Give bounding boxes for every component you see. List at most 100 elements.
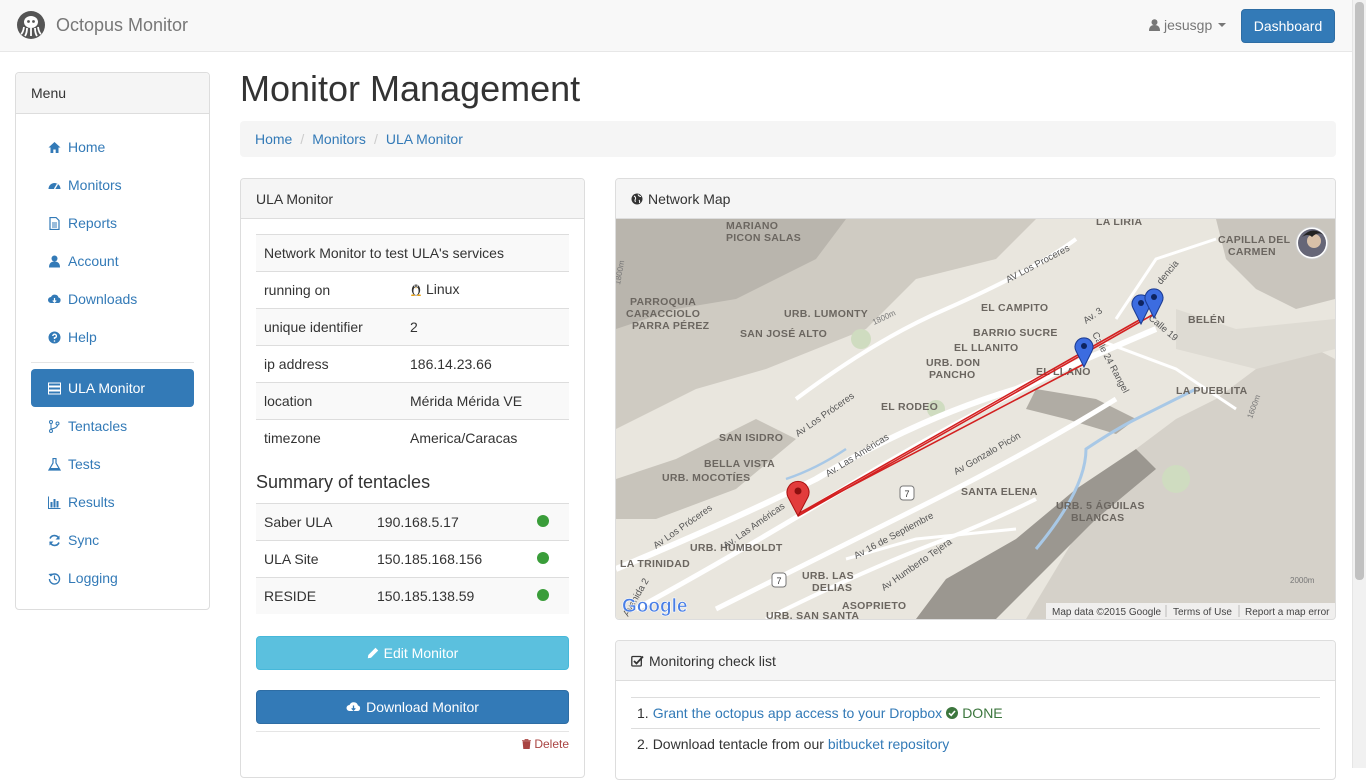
page-scrollbar[interactable] bbox=[1352, 0, 1366, 768]
map-canvas[interactable]: 7 7 MARIANO PICON SALAS LA LIRIA CAPILLA… bbox=[616, 219, 1335, 619]
map-label: LA PUEBLITA bbox=[1176, 385, 1248, 397]
sidebar-item-home[interactable]: Home bbox=[31, 128, 194, 166]
breadcrumb-home[interactable]: Home bbox=[255, 131, 292, 147]
terms-of-use-link[interactable]: Terms of Use bbox=[1173, 607, 1232, 618]
sidebar-item-label: Logging bbox=[68, 570, 118, 586]
table-row: timezone America/Caracas bbox=[256, 419, 569, 457]
map-label: URB. DON bbox=[926, 357, 980, 369]
monitor-description: Network Monitor to test ULA's services bbox=[256, 234, 569, 272]
item-text: Download tentacle from our bbox=[652, 736, 824, 752]
map-label: SAN JOSÉ ALTO bbox=[740, 327, 827, 340]
map-label: LA LIRIA bbox=[1096, 219, 1142, 228]
download-monitor-button[interactable]: Download Monitor bbox=[256, 690, 569, 724]
map-label: URB. LAS bbox=[802, 570, 854, 582]
sidebar-item-downloads[interactable]: Downloads bbox=[31, 280, 194, 318]
table-row: ULA Site 150.185.168.156 bbox=[256, 539, 569, 577]
sidebar-item-tentacles[interactable]: Tentacles bbox=[31, 407, 194, 445]
map-label: BELÉN bbox=[1188, 313, 1225, 326]
sidebar-item-logging[interactable]: Logging bbox=[31, 559, 194, 597]
sidebar-item-help[interactable]: Help bbox=[31, 318, 194, 356]
pencil-icon bbox=[367, 647, 378, 659]
map-label: EL RODEO bbox=[881, 401, 938, 413]
status-dot-icon bbox=[537, 514, 549, 527]
network-map[interactable]: 7 7 MARIANO PICON SALAS LA LIRIA CAPILLA… bbox=[616, 219, 1335, 619]
checklist: 1. Grant the octopus app access to your … bbox=[631, 697, 1320, 759]
google-logo: Google bbox=[622, 596, 687, 617]
sidebar-item-tests[interactable]: Tests bbox=[31, 445, 194, 483]
check-square-icon bbox=[631, 655, 644, 667]
row-label: unique identifier bbox=[256, 308, 402, 346]
sidebar-item-label: Reports bbox=[68, 215, 118, 231]
item-number: 1. bbox=[637, 705, 649, 721]
row-value: Mérida Mérida VE bbox=[402, 382, 569, 420]
check-circle-icon bbox=[946, 707, 959, 719]
sidebar-item-reports[interactable]: Reports bbox=[31, 204, 194, 242]
map-label: SAN ISIDRO bbox=[719, 432, 783, 444]
dashboard-button[interactable]: Dashboard bbox=[1241, 9, 1335, 43]
checklist-panel: Monitoring check list 1. Grant the octop… bbox=[615, 640, 1336, 780]
item-number: 2. bbox=[637, 736, 649, 752]
monitor-panel-title: ULA Monitor bbox=[241, 179, 584, 219]
map-label: BARRIO SUCRE bbox=[973, 327, 1058, 339]
grant-dropbox-link[interactable]: Grant the octopus app access to your Dro… bbox=[653, 705, 943, 721]
map-label: MARIANO bbox=[726, 220, 778, 232]
map-label: LA TRINIDAD bbox=[620, 558, 690, 570]
history-icon bbox=[48, 572, 61, 585]
scrollbar-thumb[interactable] bbox=[1355, 2, 1364, 580]
breadcrumb-monitors[interactable]: Monitors bbox=[312, 131, 366, 147]
checklist-header: Monitoring check list bbox=[616, 641, 1335, 681]
panel-divider bbox=[256, 731, 569, 732]
trash-icon bbox=[522, 739, 532, 749]
server-icon bbox=[48, 382, 61, 394]
sidebar-item-label: Help bbox=[68, 329, 97, 345]
tentacles-table: Saber ULA 190.168.5.17 ULA Site 150.185.… bbox=[256, 502, 569, 614]
breadcrumb-separator: / bbox=[373, 131, 378, 147]
sidebar-item-results[interactable]: Results bbox=[31, 483, 194, 521]
row-label: timezone bbox=[256, 419, 402, 457]
tentacle-ip: 190.168.5.17 bbox=[369, 502, 529, 540]
done-status: DONE bbox=[946, 705, 1003, 721]
map-label: SANTA ELENA bbox=[961, 486, 1038, 498]
sidebar-item-label: Tentacles bbox=[68, 418, 128, 434]
status-cell bbox=[529, 539, 569, 577]
report-map-error-link[interactable]: Report a map error bbox=[1245, 607, 1330, 618]
map-label: BELLA VISTA bbox=[704, 458, 775, 470]
summary-title: Summary of tentacles bbox=[256, 471, 431, 492]
list-item: 1. Grant the octopus app access to your … bbox=[631, 697, 1320, 728]
edit-monitor-button[interactable]: Edit Monitor bbox=[256, 636, 569, 670]
breadcrumb-ula-monitor[interactable]: ULA Monitor bbox=[386, 131, 463, 147]
sidebar-item-account[interactable]: Account bbox=[31, 242, 194, 280]
sidebar-nav: Home Monitors Reports Account Downloads … bbox=[31, 128, 194, 597]
table-row: running on Linux bbox=[256, 271, 569, 309]
top-navbar: Octopus Monitor jesusgp Dashboard bbox=[0, 0, 1352, 52]
table-row: location Mérida Mérida VE bbox=[256, 382, 569, 420]
status-cell bbox=[529, 502, 569, 540]
user-dropdown[interactable]: jesusgp bbox=[1149, 17, 1227, 33]
sidebar-divider bbox=[31, 362, 194, 363]
brand-link[interactable]: Octopus Monitor bbox=[16, 10, 188, 40]
download-monitor-label: Download Monitor bbox=[366, 699, 479, 715]
map-attribution: Map data ©2015 Google bbox=[1052, 607, 1162, 618]
map-label: URB. MOCOTÍES bbox=[662, 471, 750, 484]
table-row: unique identifier 2 bbox=[256, 308, 569, 346]
street-view-avatar[interactable] bbox=[1295, 226, 1329, 260]
route-badge: 7 bbox=[904, 489, 909, 499]
sidebar-item-ula-monitor[interactable]: ULA Monitor bbox=[31, 369, 194, 407]
map-label: PICON SALAS bbox=[726, 232, 801, 244]
file-icon bbox=[49, 216, 60, 230]
row-label: ip address bbox=[256, 345, 402, 383]
status-dot-icon bbox=[537, 588, 549, 601]
status-dot-icon bbox=[537, 551, 549, 564]
map-label: URB. 5 ÁGUILAS bbox=[1056, 499, 1145, 512]
status-cell bbox=[529, 576, 569, 614]
bar-chart-icon bbox=[48, 496, 61, 509]
flask-icon bbox=[48, 457, 61, 471]
sidebar-item-sync[interactable]: Sync bbox=[31, 521, 194, 559]
table-row: Saber ULA 190.168.5.17 bbox=[256, 502, 569, 540]
sidebar-item-label: Account bbox=[68, 253, 119, 269]
bitbucket-repository-link[interactable]: bitbucket repository bbox=[828, 736, 949, 752]
map-label: BLANCAS bbox=[1071, 512, 1124, 524]
sidebar-item-monitors[interactable]: Monitors bbox=[31, 166, 194, 204]
delete-monitor-link[interactable]: Delete bbox=[522, 737, 569, 751]
map-label: PARROQUIA bbox=[630, 296, 696, 308]
